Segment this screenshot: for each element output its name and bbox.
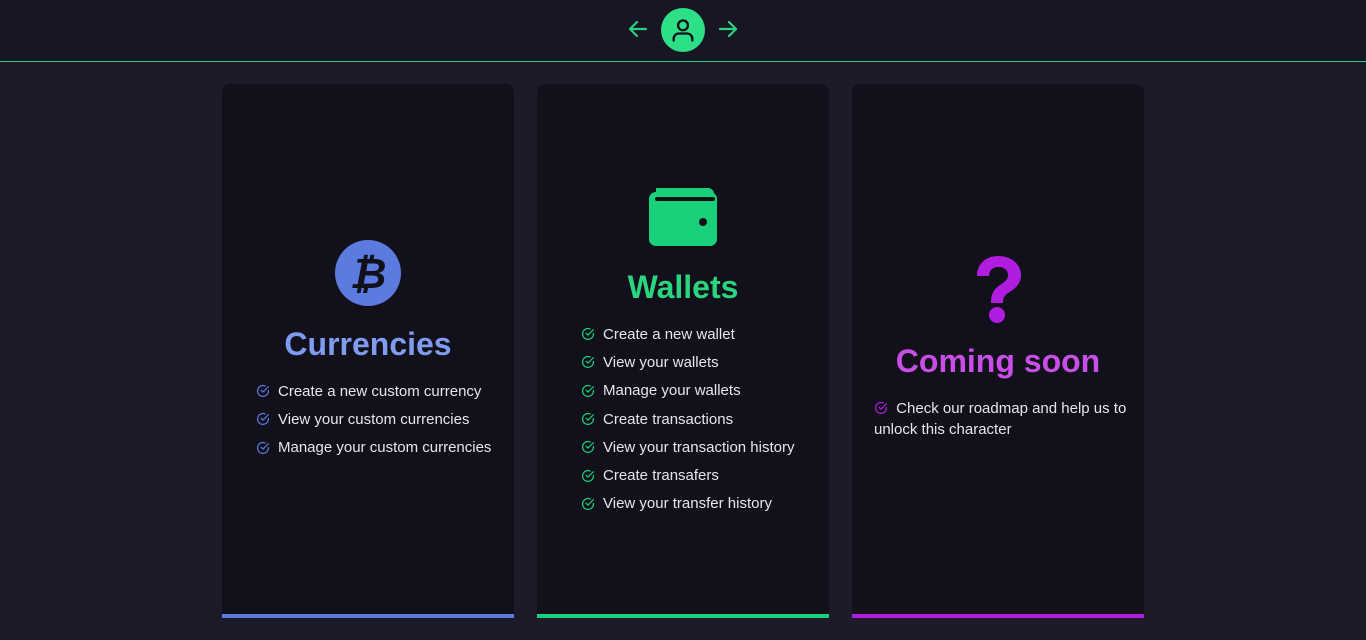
user-icon xyxy=(672,19,694,42)
check-circle-icon xyxy=(581,441,595,454)
card-accent-bar xyxy=(537,614,829,618)
card-title: Coming soon xyxy=(895,343,1101,379)
list-item: Create transafers xyxy=(581,461,794,489)
coming-soon-card[interactable]: Coming soon Check our roadmap and help u… xyxy=(852,84,1144,618)
check-circle-icon xyxy=(581,497,595,510)
feature-text: Create a new wallet xyxy=(603,325,735,343)
feature-list: Create a new custom currency View your c… xyxy=(256,377,491,462)
question-mark-icon xyxy=(977,256,1021,323)
list-item: Create transactions xyxy=(581,405,794,433)
check-circle-icon xyxy=(581,469,595,482)
avatar-button[interactable] xyxy=(661,8,705,52)
top-navigation-bar xyxy=(0,0,1366,62)
list-item: View your wallets xyxy=(581,348,794,376)
check-circle-icon xyxy=(874,401,888,414)
card-accent-bar xyxy=(222,614,514,618)
check-circle-icon xyxy=(256,441,270,454)
feature-text: Create a new custom currency xyxy=(278,382,482,400)
next-character-button[interactable] xyxy=(713,14,743,44)
check-circle-icon xyxy=(581,384,595,397)
feature-text: View your wallets xyxy=(603,353,719,371)
check-circle-icon xyxy=(581,356,595,369)
feature-text: Manage your custom currencies xyxy=(278,439,492,457)
feature-text: Create transactions xyxy=(603,410,734,428)
check-circle-icon xyxy=(256,413,270,426)
card-title: Wallets xyxy=(627,269,739,305)
list-item: Manage your wallets xyxy=(581,377,794,405)
list-item: Create a new custom currency xyxy=(256,377,491,405)
wallet-icon xyxy=(649,188,717,246)
check-circle-icon xyxy=(581,328,595,341)
arrow-right-icon xyxy=(718,20,738,38)
card-accent-bar xyxy=(852,614,1144,618)
list-item: View your transfer history xyxy=(581,490,794,518)
list-item: Create a new wallet xyxy=(581,320,794,348)
check-circle-icon xyxy=(256,385,270,398)
currencies-card[interactable]: ₿ Currencies Create a new custom currenc… xyxy=(222,84,514,618)
bitcoin-icon: ₿ xyxy=(335,240,401,306)
check-circle-icon xyxy=(581,412,595,425)
roadmap-note: Check our roadmap and help us to unlock … xyxy=(874,398,1134,440)
list-item: Manage your custom currencies xyxy=(256,434,491,462)
feature-text: View your custom currencies xyxy=(278,410,470,428)
svg-text:₿: ₿ xyxy=(350,250,387,297)
list-item: View your transaction history xyxy=(581,433,794,461)
feature-text: Check our roadmap and help us to unlock … xyxy=(874,400,1127,438)
feature-text: Manage your wallets xyxy=(603,382,741,400)
arrow-left-icon xyxy=(628,20,648,38)
feature-text: View your transaction history xyxy=(603,438,795,456)
feature-list: Create a new wallet View your wallets Ma… xyxy=(581,320,794,518)
card-title: Currencies xyxy=(284,326,452,362)
feature-text: View your transfer history xyxy=(603,495,772,513)
feature-text: Create transafers xyxy=(603,467,719,485)
wallets-card[interactable]: Wallets Create a new wallet View your wa… xyxy=(537,84,829,618)
previous-character-button[interactable] xyxy=(623,14,653,44)
list-item: View your custom currencies xyxy=(256,405,491,433)
